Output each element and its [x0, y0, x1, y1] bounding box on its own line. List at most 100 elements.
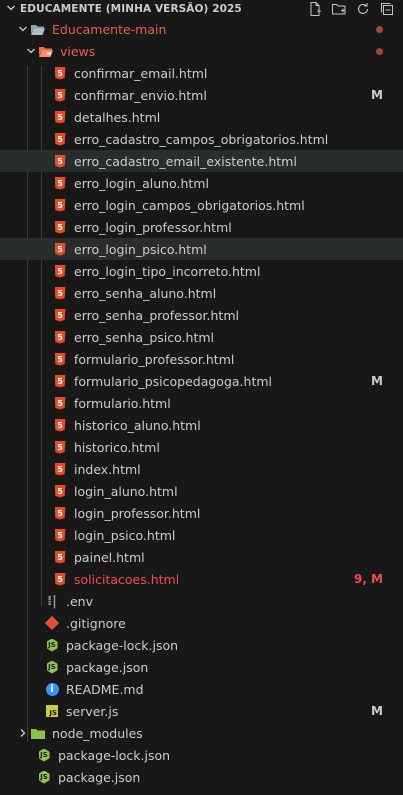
- folder-label: node_modules: [52, 725, 143, 741]
- file-label: formulario_psicopedagoga.html: [74, 373, 272, 389]
- html-icon: 5: [52, 263, 68, 279]
- git-icon: [44, 615, 60, 631]
- file-tree: Educamente-main views 5 confirmar_email.h…: [0, 18, 403, 788]
- file-row[interactable]: i README.md: [0, 678, 403, 700]
- file-row[interactable]: 5 formulario_psicopedagoga.html M: [0, 370, 403, 392]
- html-icon: 5: [52, 153, 68, 169]
- html-icon: 5: [52, 109, 68, 125]
- html-icon: 5: [52, 439, 68, 455]
- env-icon: ⁞|: [47, 593, 57, 609]
- info-icon: i: [44, 681, 60, 697]
- nodejs-icon: JS: [36, 747, 52, 763]
- file-row[interactable]: 5 login_aluno.html: [0, 480, 403, 502]
- chevron-down-icon[interactable]: [6, 3, 18, 16]
- nodejs-icon: JS: [44, 659, 60, 675]
- file-row[interactable]: 5 formulario_professor.html: [0, 348, 403, 370]
- new-folder-icon[interactable]: [331, 1, 347, 17]
- chevron-right-icon[interactable]: [16, 728, 30, 738]
- chevron-down-icon[interactable]: [24, 46, 38, 56]
- file-row[interactable]: JS package-lock.json: [0, 634, 403, 656]
- file-label: index.html: [74, 461, 141, 477]
- chevron-down-icon[interactable]: [16, 24, 30, 34]
- html-icon: 5: [52, 505, 68, 521]
- file-row[interactable]: 5 painel.html: [0, 546, 403, 568]
- git-status-badge: M: [371, 88, 383, 102]
- html-icon: 5: [52, 65, 68, 81]
- html-icon: 5: [52, 241, 68, 257]
- file-label: erro_login_psico.html: [74, 241, 207, 257]
- file-label: historico_aluno.html: [74, 417, 201, 433]
- html-icon: 5: [52, 351, 68, 367]
- file-label: erro_cadastro_campos_obrigatorios.html: [74, 131, 329, 147]
- file-label: login_professor.html: [74, 505, 201, 521]
- html-icon: 5: [52, 483, 68, 499]
- file-label: login_psico.html: [74, 527, 176, 543]
- file-row[interactable]: 5 erro_senha_aluno.html: [0, 282, 403, 304]
- html-icon: 5: [52, 395, 68, 411]
- html-icon: 5: [52, 373, 68, 389]
- file-row[interactable]: JS package.json: [0, 656, 403, 678]
- html-icon: 5: [52, 219, 68, 235]
- file-label: erro_login_aluno.html: [74, 175, 209, 191]
- file-row[interactable]: 5 solicitacoes.html 9, M: [0, 568, 403, 590]
- html-icon: 5: [52, 329, 68, 345]
- file-row[interactable]: JS server.js M: [0, 700, 403, 722]
- collapse-all-icon[interactable]: [379, 1, 395, 17]
- folder-educamente-main[interactable]: Educamente-main: [0, 18, 403, 40]
- file-label: historico.html: [74, 439, 160, 455]
- git-status-badge: M: [371, 704, 383, 718]
- file-row[interactable]: JS package.json: [0, 766, 403, 788]
- git-status-badge: 9, M: [353, 572, 383, 586]
- file-row[interactable]: 5 erro_cadastro_campos_obrigatorios.html: [0, 128, 403, 150]
- file-label: package.json: [66, 659, 149, 675]
- file-row[interactable]: 5 erro_senha_professor.html: [0, 304, 403, 326]
- file-row[interactable]: 5 confirmar_envio.html M: [0, 84, 403, 106]
- folder-node-modules[interactable]: node_modules: [0, 722, 403, 744]
- html-icon: 5: [52, 87, 68, 103]
- file-label: server.js: [66, 703, 119, 719]
- file-row[interactable]: 5 erro_login_psico.html: [0, 238, 403, 260]
- error-dot: [376, 47, 383, 55]
- file-label: .gitignore: [66, 615, 126, 631]
- html-icon: 5: [52, 461, 68, 477]
- file-row[interactable]: 5 login_professor.html: [0, 502, 403, 524]
- file-row[interactable]: JS package-lock.json: [0, 744, 403, 766]
- views-folder-icon: [38, 43, 54, 59]
- file-label: package.json: [58, 769, 141, 785]
- file-row[interactable]: 5 login_psico.html: [0, 524, 403, 546]
- file-label: login_aluno.html: [74, 483, 178, 499]
- node-folder-icon: [30, 725, 46, 741]
- file-label: erro_senha_aluno.html: [74, 285, 217, 301]
- file-row[interactable]: 5 erro_login_aluno.html: [0, 172, 403, 194]
- explorer-actions: [307, 1, 395, 17]
- file-label: erro_login_tipo_incorreto.html: [74, 263, 261, 279]
- folder-label: views: [60, 43, 96, 59]
- folder-views[interactable]: views: [0, 40, 403, 62]
- file-row[interactable]: 5 erro_cadastro_email_existente.html: [0, 150, 403, 172]
- new-file-icon[interactable]: [307, 1, 323, 17]
- file-label: erro_cadastro_email_existente.html: [74, 153, 297, 169]
- html-icon: 5: [52, 131, 68, 147]
- file-row[interactable]: 5 erro_login_professor.html: [0, 216, 403, 238]
- file-label: formulario_professor.html: [74, 351, 235, 367]
- file-row[interactable]: 5 erro_login_campos_obrigatorios.html: [0, 194, 403, 216]
- file-label: package-lock.json: [58, 747, 171, 763]
- file-label: solicitacoes.html: [74, 571, 180, 587]
- file-row[interactable]: 5 detalhes.html: [0, 106, 403, 128]
- html-icon: 5: [52, 197, 68, 213]
- file-row[interactable]: 5 erro_login_tipo_incorreto.html: [0, 260, 403, 282]
- file-label: confirmar_email.html: [74, 65, 208, 81]
- file-row[interactable]: 5 index.html: [0, 458, 403, 480]
- folder-open-icon: [30, 21, 46, 37]
- html-icon: 5: [52, 285, 68, 301]
- file-row[interactable]: 5 historico.html: [0, 436, 403, 458]
- file-row[interactable]: .gitignore: [0, 612, 403, 634]
- workspace-title: EDUCAMENTE (MINHA VERSÃO) 2025: [20, 3, 242, 15]
- file-row[interactable]: 5 formulario.html: [0, 392, 403, 414]
- file-row[interactable]: 5 erro_senha_psico.html: [0, 326, 403, 348]
- file-row[interactable]: 5 confirmar_email.html: [0, 62, 403, 84]
- refresh-icon[interactable]: [355, 1, 371, 17]
- file-row[interactable]: 5 historico_aluno.html: [0, 414, 403, 436]
- file-row[interactable]: ⁞| .env: [0, 590, 403, 612]
- explorer-header[interactable]: EDUCAMENTE (MINHA VERSÃO) 2025: [0, 0, 403, 18]
